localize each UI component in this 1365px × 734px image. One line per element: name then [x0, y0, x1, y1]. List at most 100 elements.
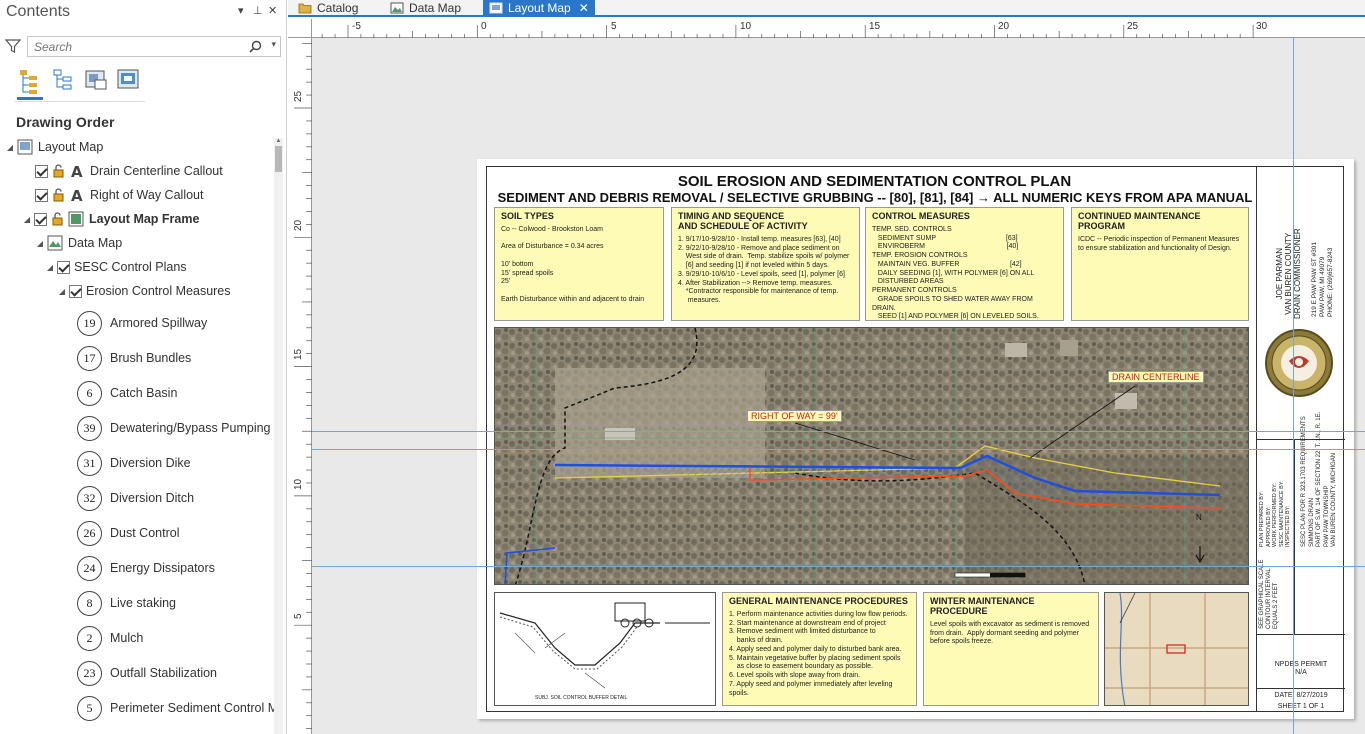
layout-guide[interactable] [312, 449, 1365, 450]
sketch-caption: SUBJ. SOIL CONTROL BUFFER DETAIL [535, 695, 628, 701]
list-by-source-icon[interactable] [51, 66, 77, 100]
symbol-swatch: 24 [77, 555, 102, 581]
legend-item[interactable]: 8 Live staking [77, 589, 176, 617]
scroll-thumb[interactable] [275, 146, 282, 172]
layout-map-frame[interactable]: SOIL EROSION AND SEDIMENTATION CONTROL P… [486, 166, 1345, 712]
commissioner-block: JOE PARMAN VAN BUREN COUNTY DRAIN COMMIS… [1275, 228, 1303, 319]
pin-icon[interactable]: ⊥ [253, 4, 263, 17]
ruler-tick-label: 10 [740, 21, 752, 32]
divider [1257, 634, 1345, 635]
tree-node-data-map[interactable]: ◢ Data Map [35, 232, 122, 254]
title-block[interactable]: JOE PARMAN VAN BUREN COUNTY DRAIN COMMIS… [1256, 167, 1345, 711]
symbol-swatch: 8 [77, 590, 102, 616]
right-of-way-callout[interactable]: RIGHT OF WAY = 99' [747, 410, 842, 422]
map-frame-icon [68, 211, 84, 227]
expand-arrow-icon[interactable]: ◢ [22, 215, 32, 224]
lock-icon[interactable] [52, 188, 66, 202]
expand-arrow-icon[interactable]: ◢ [57, 287, 67, 296]
legend-item[interactable]: 39 Dewatering/Bypass Pumping [77, 414, 271, 442]
symbol-swatch: 39 [77, 415, 102, 441]
symbol-swatch: 6 [77, 380, 102, 406]
list-by-selection-icon[interactable] [83, 66, 109, 100]
tree-node-sesc-control-plans[interactable]: ◢ SESC Control Plans [45, 256, 187, 278]
aerial-data-map[interactable]: RIGHT OF WAY = 99' DRAIN CENTERLINE N [494, 327, 1249, 585]
tree-node-drain-centerline-callout[interactable]: A Drain Centerline Callout [35, 160, 223, 182]
npdes-permit: NPDES PERMIT N/A [1274, 661, 1328, 677]
sheet-subtitle[interactable]: SEDIMENT AND DEBRIS REMOVAL / SELECTIVE … [495, 190, 1255, 205]
scale-note: SEE GRAPHICAL SCALE CONTOUR INTERVAL EQU… [1259, 559, 1280, 629]
search-input[interactable] [28, 37, 238, 56]
list-by-labeling-icon[interactable] [115, 66, 141, 100]
control-measures-box[interactable]: CONTROL MEASURES TEMP. SED. CONTROLS SED… [865, 207, 1064, 321]
ruler-tick-label: 25 [293, 90, 304, 102]
expand-arrow-icon[interactable]: ◢ [45, 263, 55, 272]
search-box: ▾ [27, 36, 281, 57]
tab-catalog[interactable]: Catalog [292, 0, 364, 16]
vicinity-map[interactable] [1104, 592, 1249, 706]
contents-scrollbar[interactable]: ▲ [274, 138, 283, 734]
tree-node-right-of-way-callout[interactable]: A Right of Way Callout [35, 184, 203, 206]
legend-item[interactable]: 17 Brush Bundles [77, 344, 191, 372]
winter-maintenance-box[interactable]: WINTER MAINTENANCE PROCEDURE Level spoil… [923, 592, 1099, 706]
legend-item[interactable]: 23 Outfall Stabilization [77, 659, 217, 687]
horizontal-ruler[interactable]: -5 0 5 10 15 20 25 30 [312, 19, 1365, 38]
list-by-drawing-order-icon[interactable] [17, 66, 43, 100]
visibility-checkbox[interactable] [35, 188, 48, 202]
expand-arrow-icon[interactable]: ◢ [35, 239, 45, 248]
visibility-checkbox[interactable] [69, 284, 82, 298]
search-options-icon[interactable]: ▾ [271, 39, 276, 50]
legend-item[interactable]: 24 Energy Dissipators [77, 554, 215, 582]
legend-item[interactable]: 2 Mulch [77, 624, 143, 652]
layout-guide[interactable] [312, 431, 1365, 432]
filter-icon[interactable] [5, 38, 21, 54]
map-icon [390, 2, 404, 14]
visibility-checkbox[interactable] [57, 260, 70, 274]
symbol-swatch: 31 [77, 450, 102, 476]
layout-icon [17, 139, 33, 155]
contents-title: Contents [6, 3, 71, 20]
legend-item[interactable]: 19 Armored Spillway [77, 309, 207, 337]
layout-view[interactable]: -5 0 5 10 15 20 25 30 25 20 15 10 5 SOIL… [288, 19, 1365, 734]
layout-guide[interactable] [312, 566, 1365, 567]
drawing-order-heading: Drawing Order [16, 114, 115, 130]
lock-icon[interactable] [51, 212, 65, 226]
legend-item[interactable]: 26 Dust Control [77, 519, 179, 547]
legend-item[interactable]: 31 Diversion Dike [77, 449, 191, 477]
continued-maintenance-box[interactable]: CONTINUED MAINTENANCE PROGRAM ICDC -- Pe… [1071, 207, 1249, 321]
legend-item[interactable]: 32 Diversion Ditch [77, 484, 194, 512]
drain-centerline-callout[interactable]: DRAIN CENTERLINE [1108, 371, 1204, 383]
close-pane-icon[interactable]: ✕ [268, 4, 277, 17]
legend-item[interactable]: 5 Perimeter Sediment Control M [77, 694, 278, 722]
symbol-swatch: 26 [77, 520, 102, 546]
general-maintenance-box[interactable]: GENERAL MAINTENANCE PROCEDURES 1. Perfor… [722, 592, 917, 706]
vertical-ruler[interactable]: 25 20 15 10 5 [288, 38, 312, 734]
lock-icon[interactable] [52, 164, 66, 178]
visibility-checkbox[interactable] [35, 164, 48, 178]
ruler-tick-label: 0 [481, 21, 487, 32]
scroll-up-arrow-icon[interactable]: ▲ [274, 138, 283, 146]
tree-node-layout-map[interactable]: ◢ Layout Map [5, 136, 103, 158]
ruler-tick-label: 5 [293, 613, 304, 619]
expand-arrow-icon[interactable]: ◢ [5, 143, 15, 152]
layout-icon [489, 2, 503, 14]
buffer-detail-sketch[interactable]: SUBJ. SOIL CONTROL BUFFER DETAIL [494, 592, 716, 706]
date-field: DATE: 8/27/2019 [1274, 692, 1328, 699]
close-tab-icon[interactable]: ✕ [579, 1, 589, 15]
sheet-title[interactable]: SOIL EROSION AND SEDIMENTATION CONTROL P… [487, 173, 1262, 190]
north-arrow-label: N [1196, 513, 1202, 522]
tree-node-erosion-control-measures[interactable]: ◢ Erosion Control Measures [57, 280, 231, 302]
timing-sequence-box[interactable]: TIMING AND SEQUENCE AND SCHEDULE OF ACTI… [671, 207, 860, 321]
layout-guide[interactable] [1293, 38, 1294, 734]
ruler-ticks: 25 20 15 10 5 [293, 42, 312, 729]
county-seal [1265, 329, 1333, 397]
soil-types-box[interactable]: SOIL TYPES Co -- Colwood - Brookston Loa… [494, 207, 664, 321]
layout-page[interactable]: SOIL EROSION AND SEDIMENTATION CONTROL P… [477, 159, 1354, 719]
aerial-image [495, 328, 1248, 584]
tree-node-layout-map-frame[interactable]: ◢ Layout Map Frame [22, 208, 199, 230]
pane-options-icon[interactable]: ▾ [238, 4, 244, 17]
tab-layout-map[interactable]: Layout Map ✕ [483, 0, 595, 16]
tab-data-map[interactable]: Data Map [384, 0, 467, 16]
visibility-checkbox[interactable] [34, 212, 47, 226]
search-icon[interactable] [249, 40, 262, 53]
legend-item[interactable]: 6 Catch Basin [77, 379, 177, 407]
